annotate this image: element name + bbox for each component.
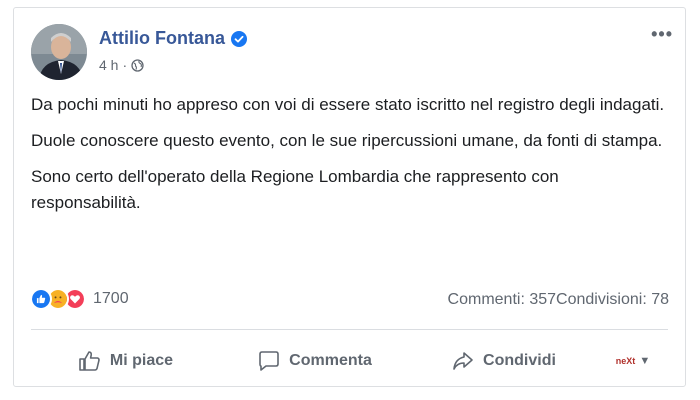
post-paragraph: Da pochi minuti ho appreso con voi di es… — [31, 95, 665, 114]
like-button[interactable]: Mi piace — [31, 350, 220, 372]
comment-label: Commenta — [289, 352, 372, 369]
page-selector[interactable]: neXt ▼ — [598, 355, 668, 367]
verified-badge-icon — [230, 30, 247, 47]
post-body: Da pochi minuti ho appreso con voi di es… — [31, 92, 671, 226]
engagement-counts: Commenti: 357Condivisioni: 78 — [448, 291, 669, 309]
post-meta: 4 h · — [99, 57, 144, 73]
share-label: Condividi — [483, 352, 556, 369]
share-button[interactable]: Condividi — [409, 350, 598, 372]
page-logo-text: neXt — [615, 355, 636, 366]
post-paragraph: Sono certo dell'operato della Regione Lo… — [31, 167, 559, 212]
comments-count[interactable]: Commenti: 357 — [448, 291, 557, 308]
post-time[interactable]: 4 h — [99, 57, 118, 73]
thumbs-up-icon — [79, 351, 100, 371]
comment-button[interactable]: Commenta — [220, 350, 409, 372]
post-author[interactable]: Attilio Fontana — [99, 28, 247, 49]
divider — [31, 329, 668, 330]
reaction-count[interactable]: 1700 — [93, 290, 129, 308]
meta-separator: · — [122, 57, 128, 73]
post-paragraph: Duole conoscere questo evento, con le su… — [31, 131, 663, 150]
chevron-down-icon: ▼ — [639, 355, 651, 367]
page-logo: neXt — [615, 355, 636, 366]
like-label: Mi piace — [109, 352, 174, 369]
like-reaction-icon — [30, 288, 52, 310]
globe-icon — [131, 58, 144, 72]
avatar[interactable] — [31, 24, 87, 80]
comment-icon — [259, 351, 279, 371]
reactions-summary[interactable]: 1700 — [30, 288, 129, 310]
shares-count[interactable]: Condivisioni: 78 — [556, 291, 669, 308]
more-dots-icon[interactable]: ••• — [651, 24, 673, 45]
post-card: Attilio Fontana 4 h · ••• Da pochi minut… — [13, 7, 686, 387]
author-name[interactable]: Attilio Fontana — [99, 28, 225, 49]
action-bar: Mi piace Commenta Condividi neXt ▼ — [31, 341, 668, 381]
share-arrow-icon — [453, 352, 473, 370]
